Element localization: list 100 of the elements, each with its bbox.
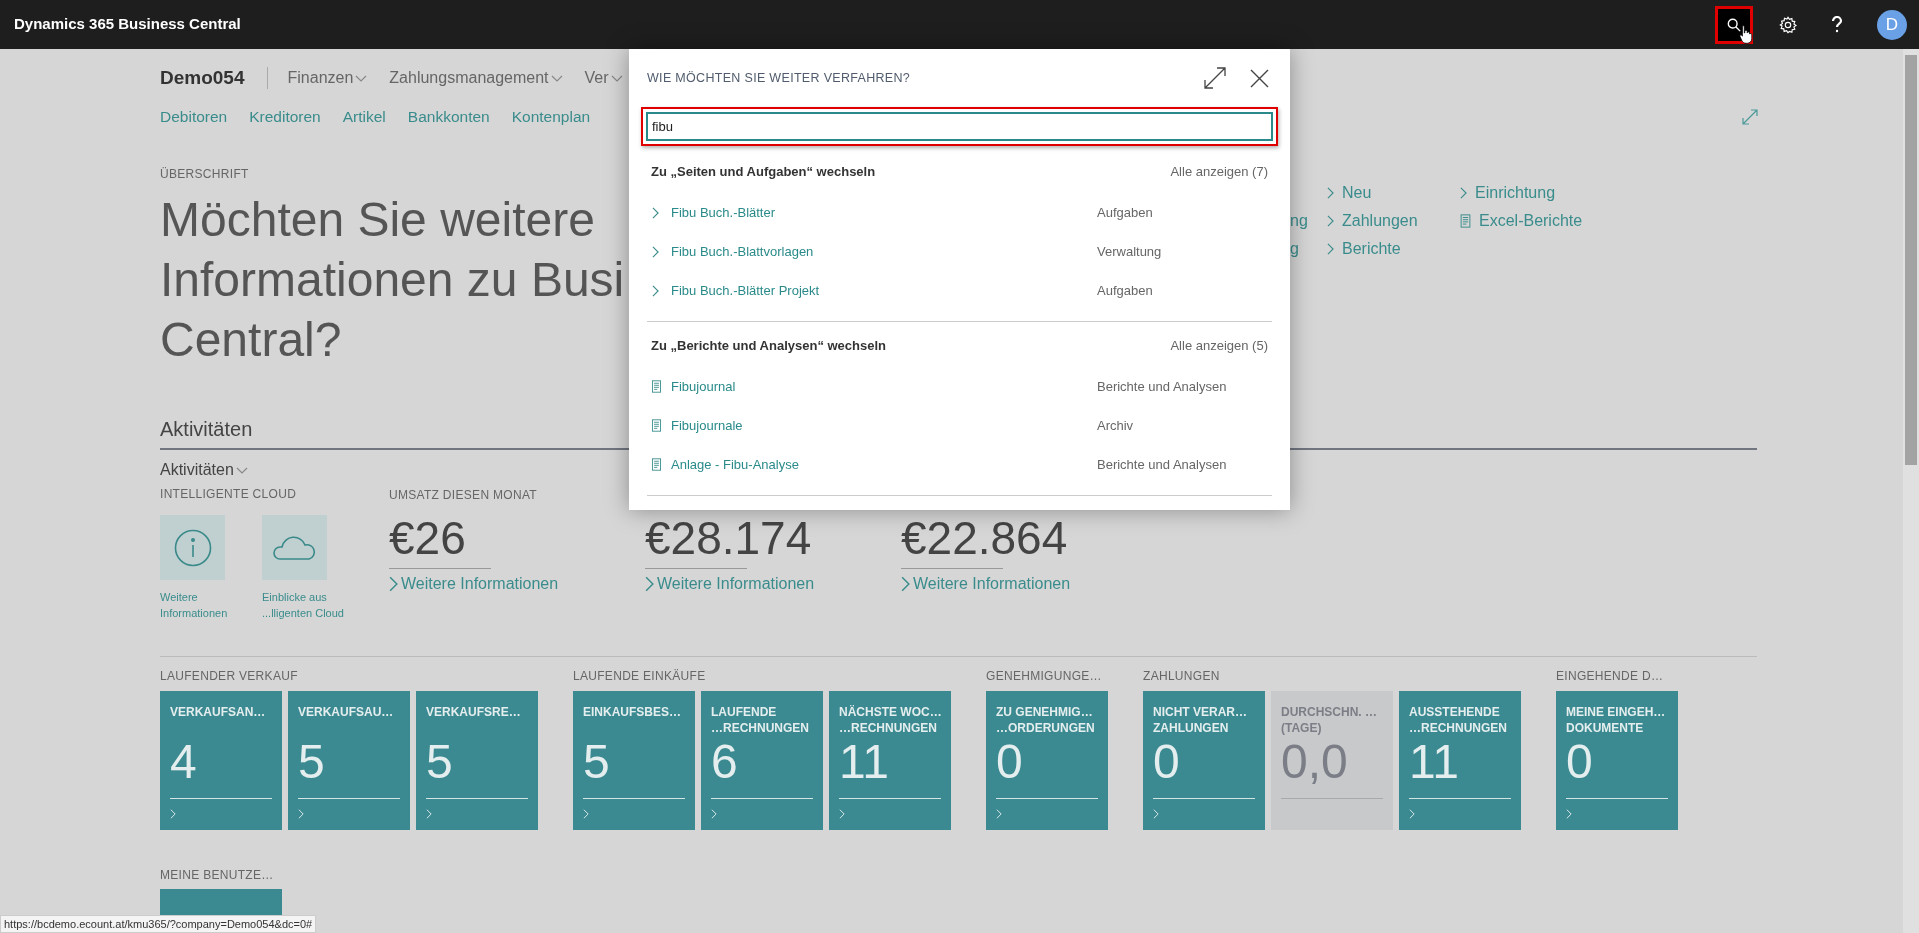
action-link[interactable]: Einrichtung xyxy=(1460,179,1584,207)
result-link[interactable]: Fibu Buch.-Blattvorlagen xyxy=(671,241,1097,262)
result-category: Berichte und Analysen xyxy=(1097,455,1227,474)
action-link[interactable]: Zahlungen xyxy=(1327,207,1451,235)
result-category: Aufgaben xyxy=(1097,281,1153,300)
show-all-link[interactable]: Alle anzeigen (5) xyxy=(1170,336,1268,356)
cloud-tile[interactable] xyxy=(160,515,225,580)
result-category: Berichte und Analysen xyxy=(1097,377,1227,396)
result-link[interactable]: Anlage - Fibu-Analyse xyxy=(671,454,1097,475)
group-title[interactable]: Aktivitäten xyxy=(160,458,234,482)
kpi-value[interactable]: €28.174 xyxy=(645,510,901,566)
tile-value: 4 xyxy=(170,736,198,788)
action-link[interactable]: Berichte xyxy=(1327,235,1451,263)
scrollbar[interactable] xyxy=(1903,49,1919,933)
search-icon xyxy=(1727,17,1741,32)
chevron-right-icon xyxy=(839,809,845,819)
tile-value: 11 xyxy=(839,736,890,788)
kpi-tile[interactable]: EINKAUFSBES… 5 xyxy=(573,691,695,830)
chevron-down-icon xyxy=(610,74,623,82)
tile-title: LAUFENDE …RECHNUNGEN xyxy=(711,704,810,736)
search-field[interactable]: fibu xyxy=(646,112,1273,141)
nav-link[interactable]: Artikel xyxy=(342,105,386,129)
tile-value: 5 xyxy=(426,736,454,788)
expand-icon[interactable] xyxy=(1204,67,1226,89)
more-info-link[interactable]: Weitere Informationen xyxy=(389,572,645,596)
help-icon[interactable] xyxy=(1831,16,1843,33)
pointer-hand-icon xyxy=(1739,23,1753,44)
heading-text: Central? xyxy=(160,312,342,368)
cloud-tile[interactable] xyxy=(262,515,327,580)
menu-button[interactable]: Ver xyxy=(584,66,623,90)
cloud-icon xyxy=(272,535,317,560)
search-button[interactable] xyxy=(1715,5,1753,44)
tile-title: NÄCHSTE WOC… …RECHNUNGEN xyxy=(839,704,941,736)
nav-link[interactable]: Kontenplan xyxy=(511,105,591,129)
settings-icon[interactable] xyxy=(1779,15,1797,34)
result-link[interactable]: Fibujournal xyxy=(671,376,1097,397)
tile-title: EINKAUFSBES… xyxy=(583,704,682,721)
scrollbar-thumb[interactable] xyxy=(1905,55,1917,465)
section-heading: Zu „Berichte und Analysen“ wechseln xyxy=(651,337,886,356)
cloud-tile-label[interactable]: Einblicke aus ...lligenten Cloud xyxy=(262,589,344,621)
company-name[interactable]: Demo054 xyxy=(160,63,245,93)
heading-caption: ÜBERSCHRIFT xyxy=(160,166,249,183)
heading-text: Möchten Sie weitere xyxy=(160,192,595,248)
result-link[interactable]: Fibu Buch.-Blätter xyxy=(671,202,1097,223)
menu-button[interactable]: Finanzen xyxy=(287,66,368,90)
chevron-right-icon xyxy=(996,809,1002,819)
kpi-tile[interactable]: ZU GENEHMIG… …ORDERUNGEN 0 xyxy=(986,691,1108,830)
result-link[interactable]: Fibujournale xyxy=(671,415,1097,436)
tile-group-title: ZAHLUNGEN xyxy=(1143,668,1221,684)
kpi-tile[interactable]: AUSSTEHENDE …RECHNUNGEN 11 xyxy=(1399,691,1521,830)
section-heading: Zu „Seiten und Aufgaben“ wechseln xyxy=(651,163,876,182)
document-icon xyxy=(1460,214,1471,228)
app-title[interactable]: Dynamics 365 Business Central xyxy=(14,13,241,36)
heading-text: Informationen zu Busi xyxy=(160,252,625,308)
nav-link[interactable]: Bankkonten xyxy=(407,105,490,129)
show-all-link[interactable]: Alle anzeigen (7) xyxy=(1170,162,1268,182)
chevron-right-icon xyxy=(1409,809,1415,819)
kpi-tile[interactable]: VERKAUFSRE… 5 xyxy=(416,691,538,830)
tile-value: 0 xyxy=(1566,736,1594,788)
action-link[interactable]: Excel-Berichte xyxy=(1460,207,1584,235)
nav-link[interactable]: Debitoren xyxy=(160,105,228,129)
chevron-down-icon xyxy=(235,466,248,474)
more-info-link[interactable]: Weitere Informationen xyxy=(901,572,1157,596)
nav-link[interactable]: Kreditoren xyxy=(249,105,321,129)
more-info-label: Weitere Informationen xyxy=(913,574,1071,594)
chevron-right-icon xyxy=(652,284,659,297)
tile-title: VERKAUFSAN… xyxy=(170,704,267,721)
kpi-tile[interactable]: VERKAUFSAN… 4 xyxy=(160,691,282,830)
chevron-right-icon xyxy=(1327,215,1334,227)
action-link[interactable]: Neu xyxy=(1327,179,1451,207)
action-link[interactable]: ng xyxy=(1290,207,1308,235)
chevron-right-icon xyxy=(298,809,304,819)
cloud-tile-label[interactable]: Weitere Informationen xyxy=(160,589,228,621)
more-info-link[interactable]: Weitere Informationen xyxy=(645,572,901,596)
action-link[interactable]: g xyxy=(1290,235,1299,263)
kpi-tile[interactable]: NÄCHSTE WOC… …RECHNUNGEN 11 xyxy=(829,691,951,830)
tile-value: 11 xyxy=(1409,736,1460,788)
kpi-value[interactable]: €26 xyxy=(389,510,645,566)
close-icon[interactable] xyxy=(1250,68,1269,88)
action-link-label: Zahlungen xyxy=(1342,211,1418,231)
tile-title: AUSSTEHENDE …RECHNUNGEN xyxy=(1409,704,1508,736)
kpi-tile[interactable]: LAUFENDE …RECHNUNGEN 6 xyxy=(701,691,823,830)
tile-title: ZU GENEHMIG… …ORDERUNGEN xyxy=(996,704,1096,736)
menu-button[interactable]: Zahlungsmanagement xyxy=(389,66,563,90)
tile-group-title: MEINE BENUTZE… xyxy=(160,867,275,883)
kpi-caption: UMSATZ DIESEN MONAT xyxy=(389,487,538,502)
document-icon xyxy=(651,380,662,393)
user-avatar[interactable]: D xyxy=(1877,9,1907,40)
tile-value: 5 xyxy=(583,736,611,788)
kpi-tile[interactable]: VERKAUFSAU… 5 xyxy=(288,691,410,830)
result-category: Verwaltung xyxy=(1097,242,1162,261)
url-tooltip: https://bcdemo.ecount.at/kmu365/?company=Demo054&dc=0# xyxy=(0,915,317,933)
result-category: Aufgaben xyxy=(1097,203,1153,222)
kpi-value[interactable]: €22.864 xyxy=(901,510,1157,566)
result-link[interactable]: Fibu Buch.-Blätter Projekt xyxy=(671,280,1097,301)
cloud-caption: INTELLIGENTE CLOUD xyxy=(160,486,298,503)
chevron-right-icon xyxy=(389,576,398,592)
kpi-tile[interactable]: MEINE EINGEH… DOKUMENTE 0 xyxy=(1556,691,1678,830)
kpi-tile[interactable]: NICHT VERAR… ZAHLUNGEN 0 xyxy=(1143,691,1265,830)
tile-title: VERKAUFSAU… xyxy=(298,704,395,721)
